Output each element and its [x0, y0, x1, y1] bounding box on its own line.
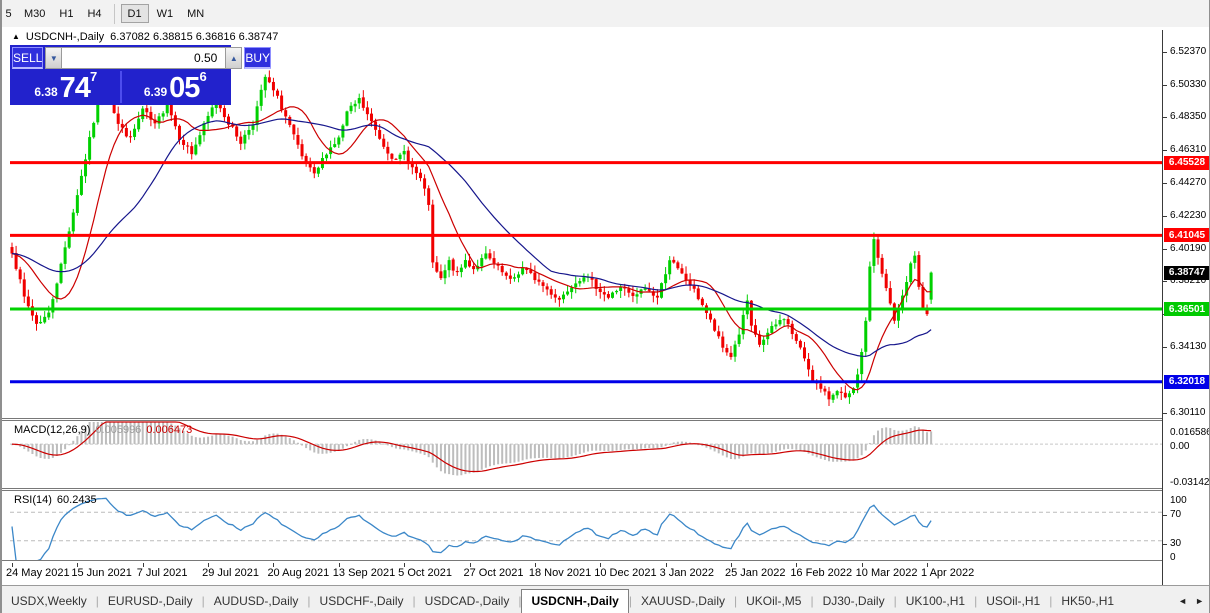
price-level-badge: 6.36501 — [1164, 302, 1210, 316]
rsi-axis-label: 0 — [1170, 552, 1176, 563]
buy-price[interactable]: 6.39 05 6 — [122, 71, 230, 103]
price-level-badge: 6.45528 — [1164, 156, 1210, 170]
timeframe-button-m30[interactable]: M30 — [18, 4, 51, 23]
one-click-trading-panel: SELL ▼ ▲ BUY 6.38 74 7 6.39 05 6 — [10, 45, 231, 105]
date-label: 27 Oct 2021 — [464, 567, 524, 579]
buy-price-big: 05 — [169, 75, 199, 102]
chart-tab-audusd-daily[interactable]: AUDUSD-,Daily — [205, 590, 308, 613]
date-label: 5 Oct 2021 — [398, 567, 452, 579]
price-tick-label: 6.42230 — [1170, 210, 1206, 221]
chart-tab-hk50-h1[interactable]: HK50-,H1 — [1052, 590, 1123, 613]
rsi-label: RSI(14) 60.2435 — [14, 494, 97, 506]
chart-tab-usoil-h1[interactable]: USOil-,H1 — [977, 590, 1049, 613]
timeframe-button-5[interactable]: 5 — [3, 4, 16, 23]
price-tick — [1163, 249, 1167, 250]
chart-tab-uk100-h1[interactable]: UK100-,H1 — [897, 590, 974, 613]
timeframe-button-w1[interactable]: W1 — [151, 4, 180, 23]
macd-label: MACD(12,26,9) 0.005996 0.006473 — [14, 424, 192, 436]
date-label: 20 Aug 2021 — [267, 567, 329, 579]
sell-price-sup: 7 — [90, 71, 97, 83]
tab-next-icon[interactable]: ► — [1195, 596, 1204, 606]
macd-main-value: 0.005996 — [95, 424, 141, 436]
price-tick — [1163, 117, 1167, 118]
toolbar-separator — [114, 4, 115, 24]
volume-input[interactable] — [62, 47, 225, 69]
sell-button[interactable]: SELL — [12, 47, 43, 69]
price-tick — [1163, 52, 1167, 53]
date-label: 29 Jul 2021 — [202, 567, 259, 579]
trading-terminal-window: 5M30H1H4D1W1MN ▲ USDCNH-,Daily 6.37082 6… — [0, 0, 1210, 613]
date-label: 15 Jun 2021 — [71, 567, 132, 579]
tab-prev-icon[interactable]: ◄ — [1178, 596, 1187, 606]
price-tick-label: 6.48350 — [1170, 111, 1206, 122]
chart-tab-eurusd-daily[interactable]: EURUSD-,Daily — [99, 590, 202, 613]
price-tick — [1163, 150, 1167, 151]
rsi-axis-label: 100 — [1170, 495, 1187, 506]
price-level-badge: 6.38747 — [1164, 266, 1210, 280]
timeframe-button-h1[interactable]: H1 — [53, 4, 79, 23]
chart-tab-usdcnh-daily[interactable]: USDCNH-,Daily — [521, 589, 628, 613]
price-tick — [1163, 281, 1167, 282]
price-level-badge: 6.32018 — [1164, 375, 1210, 389]
date-label: 25 Jan 2022 — [725, 567, 786, 579]
date-label: 18 Nov 2021 — [529, 567, 591, 579]
date-label: 16 Feb 2022 — [790, 567, 852, 579]
rsi-value: 60.2435 — [57, 494, 97, 506]
macd-signal-value: 0.006473 — [146, 424, 192, 436]
chart-tab-usdx-weekly[interactable]: USDX,Weekly — [2, 590, 96, 613]
buy-price-small: 6.39 — [144, 82, 167, 102]
price-tick-label: 6.50330 — [1170, 79, 1206, 90]
sell-price-big: 74 — [60, 75, 90, 102]
chart-tab-bar: USDX,Weekly|EURUSD-,Daily|AUDUSD-,Daily|… — [2, 585, 1210, 613]
macd-axis-label: -0.031421 — [1170, 477, 1210, 488]
chart-tab-ukoil-m5[interactable]: UKOil-,M5 — [737, 590, 810, 613]
price-tick-label: 6.46310 — [1170, 144, 1206, 155]
date-label: 1 Apr 2022 — [921, 567, 974, 579]
price-tick — [1163, 216, 1167, 217]
price-tick-label: 6.34130 — [1170, 341, 1206, 352]
timeframe-toolbar: 5M30H1H4 D1W1MN — [2, 0, 1210, 28]
date-label: 10 Mar 2022 — [856, 567, 918, 579]
chart-tab-usdcad-daily[interactable]: USDCAD-,Daily — [416, 590, 519, 613]
date-label: 7 Jul 2021 — [137, 567, 188, 579]
price-tick-label: 6.44270 — [1170, 177, 1206, 188]
rsi-panel[interactable] — [10, 491, 1170, 562]
sell-price[interactable]: 6.38 74 7 — [12, 71, 120, 103]
price-tick — [1163, 347, 1167, 348]
buy-price-sup: 6 — [199, 71, 206, 83]
price-axis[interactable]: 6.52370 6.50330 6.48350 6.46310 6.44270 6.422… — [1162, 30, 1210, 589]
chart-tab-usdchf-daily[interactable]: USDCHF-,Daily — [311, 590, 413, 613]
timeframe-button-mn[interactable]: MN — [181, 4, 210, 23]
timeframe-button-d1[interactable]: D1 — [121, 4, 149, 23]
sell-price-small: 6.38 — [34, 82, 57, 102]
panel-separator — [2, 560, 1210, 562]
macd-axis-label: 0.016586 — [1170, 427, 1210, 438]
chart-window[interactable]: ▲ USDCNH-,Daily 6.37082 6.38815 6.36816 … — [2, 27, 1210, 613]
rsi-tick — [1163, 544, 1167, 545]
price-tick-label: 6.40190 — [1170, 243, 1206, 254]
date-label: 10 Dec 2021 — [594, 567, 656, 579]
price-tick-label: 6.52370 — [1170, 46, 1206, 57]
timeframe-button-h4[interactable]: H4 — [81, 4, 107, 23]
macd-axis-label: 0.00 — [1170, 441, 1189, 452]
price-tick — [1163, 413, 1167, 414]
price-tick — [1163, 85, 1167, 86]
volume-increase-icon[interactable]: ▲ — [225, 47, 242, 69]
date-axis[interactable]: 24 May 202115 Jun 2021 7 Jul 2021 29 Jul 2… — [2, 563, 1210, 586]
price-tick — [1163, 183, 1167, 184]
volume-decrease-icon[interactable]: ▼ — [45, 47, 62, 69]
date-label: 3 Jan 2022 — [660, 567, 714, 579]
price-tick-label: 6.30110 — [1170, 407, 1205, 418]
rsi-axis-label: 30 — [1170, 538, 1181, 549]
chart-tab-xauusd-daily[interactable]: XAUUSD-,Daily — [632, 590, 734, 613]
rsi-axis-label: 70 — [1170, 509, 1181, 520]
panel-separator[interactable] — [2, 418, 1210, 421]
date-label: 13 Sep 2021 — [333, 567, 395, 579]
date-label: 24 May 2021 — [6, 567, 70, 579]
panel-separator[interactable] — [2, 488, 1210, 491]
price-level-badge: 6.41045 — [1164, 228, 1210, 242]
chart-tab-dj30-daily[interactable]: DJ30-,Daily — [814, 590, 894, 613]
rsi-tick — [1163, 515, 1167, 516]
buy-button[interactable]: BUY — [244, 47, 271, 69]
